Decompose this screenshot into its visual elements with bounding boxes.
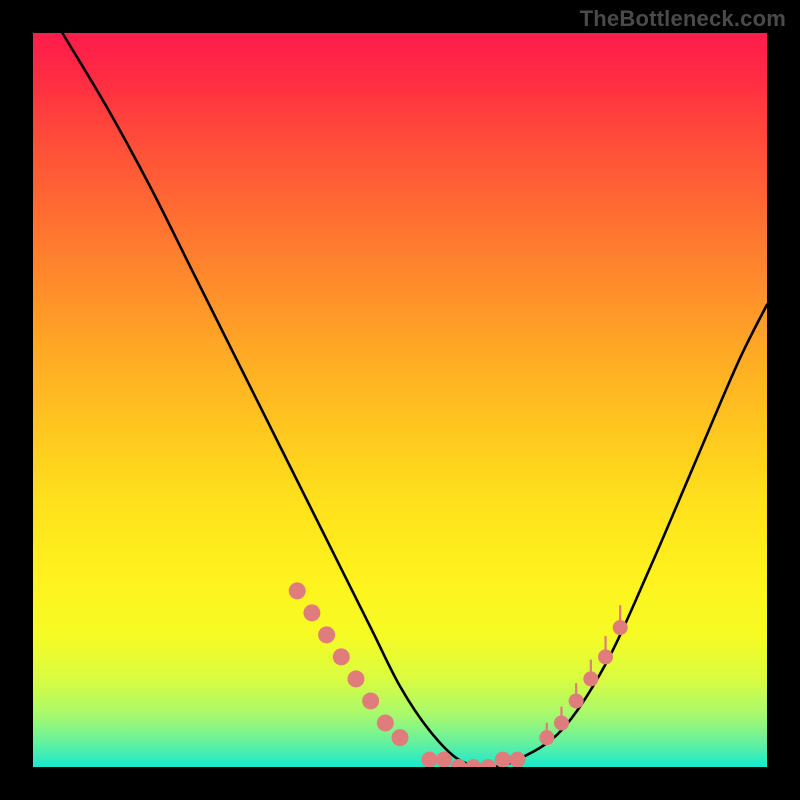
marker-dot bbox=[362, 692, 379, 709]
marker-dot bbox=[318, 626, 335, 643]
marker-dot bbox=[347, 670, 364, 687]
marker-dot bbox=[598, 649, 613, 664]
curve-svg bbox=[33, 33, 767, 767]
marker-group bbox=[289, 582, 628, 767]
marker-dot bbox=[377, 714, 394, 731]
bottleneck-curve bbox=[62, 33, 767, 767]
marker-dot bbox=[392, 729, 409, 746]
marker-dot bbox=[421, 752, 437, 767]
marker-dot bbox=[509, 752, 525, 767]
marker-dot bbox=[303, 604, 320, 621]
marker-dot bbox=[436, 752, 452, 767]
marker-dot bbox=[583, 671, 598, 686]
marker-dot bbox=[333, 648, 350, 665]
watermark-text: TheBottleneck.com bbox=[580, 6, 786, 32]
marker-dot bbox=[554, 715, 569, 730]
marker-dot bbox=[495, 752, 511, 767]
marker-dot bbox=[569, 693, 584, 708]
plot-area bbox=[33, 33, 767, 767]
marker-dot bbox=[465, 759, 481, 767]
marker-dot bbox=[613, 620, 628, 635]
marker-dot bbox=[289, 582, 306, 599]
marker-dot bbox=[480, 759, 496, 767]
chart-frame: TheBottleneck.com bbox=[0, 0, 800, 800]
marker-dot bbox=[539, 730, 554, 745]
marker-dot bbox=[451, 759, 467, 767]
